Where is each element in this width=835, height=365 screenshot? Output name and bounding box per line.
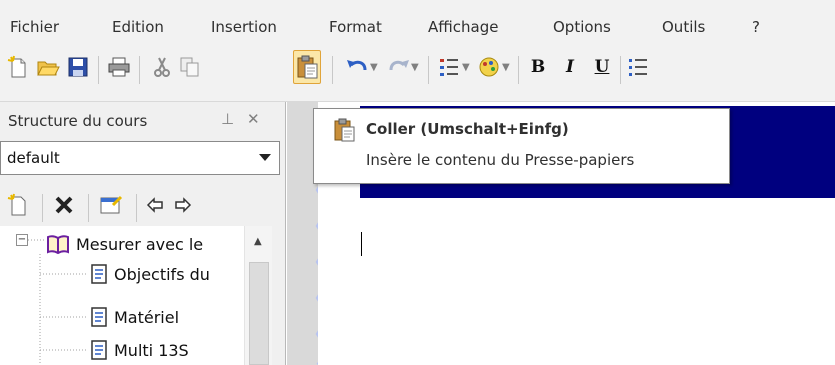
print-button[interactable] <box>105 50 133 84</box>
new-document-button[interactable] <box>4 50 32 84</box>
properties-button[interactable] <box>96 188 126 222</box>
bullet-list-icon <box>629 59 647 76</box>
toolbar-separator <box>620 56 621 84</box>
delete-icon <box>55 196 73 214</box>
menu-edition[interactable]: Edition <box>112 18 164 36</box>
menu-format[interactable]: Format <box>329 18 382 36</box>
toolbar-separator <box>332 56 333 84</box>
redo-button[interactable] <box>385 50 413 84</box>
scroll-up-icon[interactable]: ▲ <box>254 236 262 247</box>
pane-toolbar-separator <box>88 194 89 222</box>
underline-button[interactable]: U <box>588 50 616 84</box>
print-icon <box>108 57 130 77</box>
combo-value: default <box>7 149 60 167</box>
paste-button[interactable] <box>293 50 321 84</box>
arrow-left-icon <box>146 197 163 213</box>
tree-item-root[interactable]: Mesurer avec le <box>46 230 203 258</box>
chevron-down-icon <box>259 154 271 161</box>
new-document-icon <box>7 55 26 78</box>
undo-button[interactable] <box>343 50 371 84</box>
italic-label: I <box>566 57 574 77</box>
tree-item-label: Matériel <box>114 307 180 327</box>
pane-toolbar-separator <box>42 194 43 222</box>
properties-icon <box>100 195 123 214</box>
clipboard-icon <box>334 118 355 142</box>
tooltip-description: Insère le contenu du Presse-papiers <box>366 151 635 169</box>
color-dropdown-icon[interactable]: ▼ <box>502 62 510 73</box>
tree-item[interactable]: Multi 13S <box>90 336 189 364</box>
menu-fichier[interactable]: Fichier <box>10 18 59 36</box>
tree-item[interactable]: Matériel <box>90 303 179 331</box>
menu-help[interactable]: ? <box>752 18 760 36</box>
clipboard-icon <box>297 55 318 79</box>
underline-label: U <box>594 57 610 77</box>
menu-outils[interactable]: Outils <box>662 18 705 36</box>
menu-bar: Fichier Edition Insertion Format Afficha… <box>0 0 835 42</box>
menu-affichage[interactable]: Affichage <box>428 18 498 36</box>
toolbar-separator <box>139 56 140 84</box>
template-combo[interactable]: default <box>0 141 280 175</box>
scissors-icon <box>154 57 170 77</box>
menu-insertion[interactable]: Insertion <box>211 18 277 36</box>
page-icon <box>91 307 107 327</box>
color-button[interactable] <box>475 50 503 84</box>
pin-icon[interactable]: ⊥ <box>221 110 234 128</box>
bullet-list-button[interactable] <box>624 50 652 84</box>
toolbar-separator <box>428 56 429 84</box>
delete-button[interactable] <box>50 188 78 222</box>
save-icon <box>68 57 88 77</box>
tree-item-label: Multi 13S <box>114 340 189 360</box>
tree-item-label: Objectifs du <box>114 264 210 284</box>
undo-icon <box>347 60 367 71</box>
numbered-list-icon <box>440 59 458 76</box>
bold-button[interactable]: B <box>524 50 552 84</box>
toolbar-separator <box>98 56 99 84</box>
open-folder-icon <box>37 61 60 76</box>
undo-dropdown-icon[interactable]: ▼ <box>370 62 378 73</box>
scrollbar-thumb[interactable] <box>249 262 269 365</box>
tree-expander[interactable]: − <box>16 234 28 246</box>
copy-icon <box>180 57 199 77</box>
palette-icon <box>479 57 499 77</box>
menu-options[interactable]: Options <box>553 18 611 36</box>
new-item-button[interactable] <box>4 188 32 222</box>
text-cursor <box>361 232 362 256</box>
paste-tooltip: Coller (Umschalt+Einfg) Insère le conten… <box>313 108 730 184</box>
cut-button[interactable] <box>148 50 176 84</box>
book-icon <box>47 235 69 255</box>
redo-dropdown-icon[interactable]: ▼ <box>411 62 419 73</box>
italic-button[interactable]: I <box>556 50 584 84</box>
redo-icon <box>389 60 409 71</box>
copy-button[interactable] <box>176 50 204 84</box>
move-right-button[interactable] <box>170 188 196 222</box>
arrow-right-icon <box>175 197 192 213</box>
pane-toolbar-separator <box>136 194 137 222</box>
save-button[interactable] <box>64 50 92 84</box>
tree-scrollbar[interactable]: ▲ <box>244 226 272 365</box>
toolbar-separator <box>518 56 519 84</box>
tree-item[interactable]: Objectifs du <box>90 260 210 288</box>
page-icon <box>91 340 107 360</box>
tooltip-title: Coller (Umschalt+Einfg) <box>366 120 569 138</box>
open-button[interactable] <box>34 50 62 84</box>
page-icon <box>91 264 107 284</box>
close-icon[interactable]: ✕ <box>247 110 260 128</box>
move-left-button[interactable] <box>142 188 168 222</box>
numbered-list-dropdown-icon[interactable]: ▼ <box>462 62 470 73</box>
numbered-list-button[interactable] <box>435 50 463 84</box>
new-item-icon <box>7 193 26 216</box>
tree-item-label: Mesurer avec le <box>76 234 204 254</box>
bold-label: B <box>530 57 546 77</box>
pane-title: Structure du cours <box>8 112 148 130</box>
